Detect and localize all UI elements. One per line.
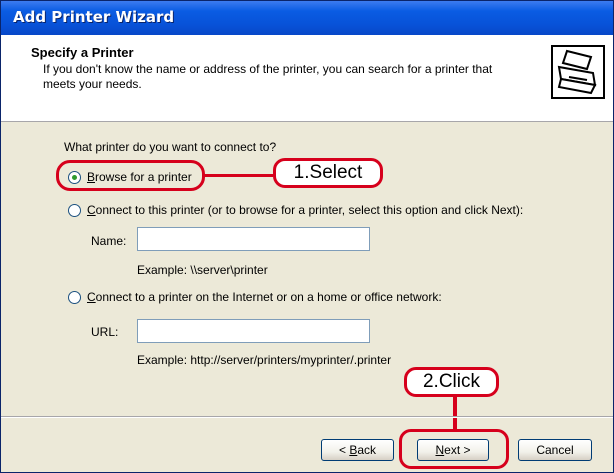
question-label: What printer do you want to connect to? (64, 140, 277, 154)
connect-radio[interactable] (68, 204, 81, 217)
cancel-button[interactable]: Cancel (518, 439, 592, 461)
internet-radio[interactable] (68, 291, 81, 304)
connect-label[interactable]: Connect to this printer (or to browse fo… (87, 203, 523, 217)
wizard-header: Specify a Printer If you don't know the … (1, 35, 613, 122)
select-connector-line (205, 174, 273, 177)
url-example: Example: http://server/printers/myprinte… (137, 353, 392, 367)
select-highlight-ring (56, 160, 205, 191)
add-printer-wizard-window: Add Printer Wizard Specify a Printer If … (0, 0, 614, 473)
footer-separator (1, 416, 613, 418)
internet-label[interactable]: Connect to a printer on the Internet or … (87, 290, 442, 304)
next-button[interactable]: Next > (417, 439, 489, 461)
click-callout: 2.Click (404, 367, 499, 397)
header-title: Specify a Printer (31, 45, 134, 60)
title-bar[interactable]: Add Printer Wizard (1, 1, 613, 35)
window-title: Add Printer Wizard (13, 8, 175, 26)
back-button[interactable]: < Back (321, 439, 394, 461)
name-label: Name: (91, 234, 127, 248)
select-callout: 1.Select (273, 158, 383, 188)
header-subtitle: If you don't know the name or address of… (43, 62, 493, 91)
url-input[interactable] (137, 319, 370, 343)
name-input[interactable] (137, 227, 370, 251)
printer-icon (551, 45, 605, 99)
click-connector-line (453, 397, 457, 431)
name-example: Example: \\server\printer (137, 263, 268, 277)
url-label: URL: (91, 325, 119, 339)
